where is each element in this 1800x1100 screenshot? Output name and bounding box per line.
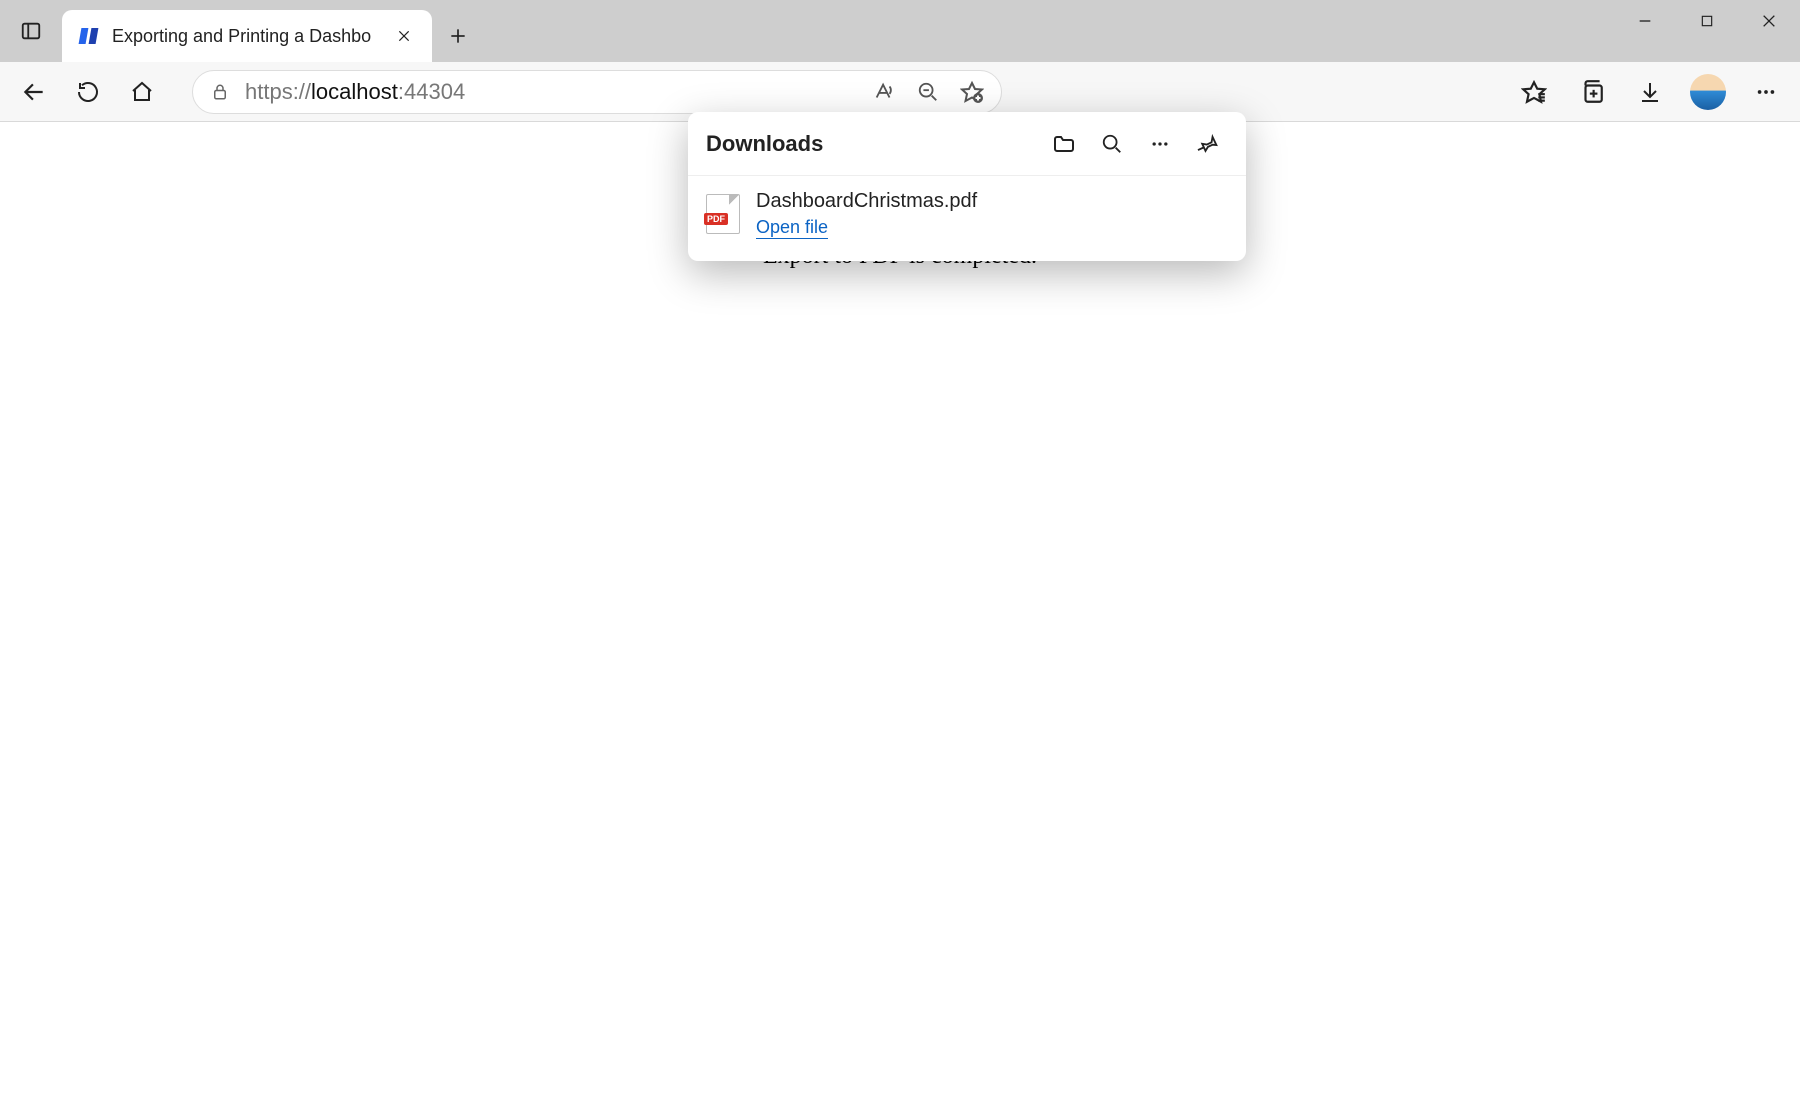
search-downloads-button[interactable]: [1092, 124, 1132, 164]
refresh-button[interactable]: [64, 68, 112, 116]
page-content: Export as HTML Resp Export to PDF is com…: [0, 122, 1800, 1100]
favorites-button[interactable]: [1510, 68, 1558, 116]
url-host: localhost: [311, 79, 398, 104]
address-bar[interactable]: https://localhost:44304: [192, 70, 1002, 114]
tab-title: Exporting and Printing a Dashbo: [112, 26, 371, 47]
site-favicon: [80, 26, 100, 46]
avatar-icon: [1690, 74, 1726, 110]
close-tab-button[interactable]: [390, 22, 418, 50]
collections-button[interactable]: [1568, 68, 1616, 116]
tab-actions-button[interactable]: [0, 0, 62, 62]
url-text: https://localhost:44304: [245, 79, 465, 105]
downloads-header: Downloads: [688, 112, 1246, 176]
download-item[interactable]: DashboardChristmas.pdf Open file: [688, 176, 1246, 261]
zoom-out-icon[interactable]: [909, 73, 947, 111]
back-button[interactable]: [10, 68, 58, 116]
downloads-title: Downloads: [706, 131, 823, 157]
downloads-panel: Downloads DashboardChristmas.pdf Open fi…: [688, 112, 1246, 261]
window-controls: [1614, 0, 1800, 42]
open-file-link[interactable]: Open file: [756, 217, 828, 239]
home-button[interactable]: [118, 68, 166, 116]
new-tab-button[interactable]: [432, 10, 484, 62]
pdf-file-icon: [706, 194, 740, 234]
settings-menu-button[interactable]: [1742, 68, 1790, 116]
open-folder-button[interactable]: [1044, 124, 1084, 164]
toolbar-right: [1510, 68, 1790, 116]
url-port: :44304: [398, 79, 465, 104]
maximize-button[interactable]: [1676, 0, 1738, 42]
browser-tab[interactable]: Exporting and Printing a Dashbo: [62, 10, 432, 62]
minimize-button[interactable]: [1614, 0, 1676, 42]
pin-downloads-button[interactable]: [1188, 124, 1228, 164]
read-aloud-icon[interactable]: [865, 73, 903, 111]
close-window-button[interactable]: [1738, 0, 1800, 42]
url-scheme: https://: [245, 79, 311, 104]
profile-button[interactable]: [1684, 68, 1732, 116]
downloads-more-button[interactable]: [1140, 124, 1180, 164]
downloads-button[interactable]: [1626, 68, 1674, 116]
titlebar: Exporting and Printing a Dashbo: [0, 0, 1800, 62]
address-bar-actions: [865, 73, 991, 111]
lock-icon: [209, 81, 231, 103]
add-favorite-icon[interactable]: [953, 73, 991, 111]
download-filename: DashboardChristmas.pdf: [756, 190, 977, 213]
